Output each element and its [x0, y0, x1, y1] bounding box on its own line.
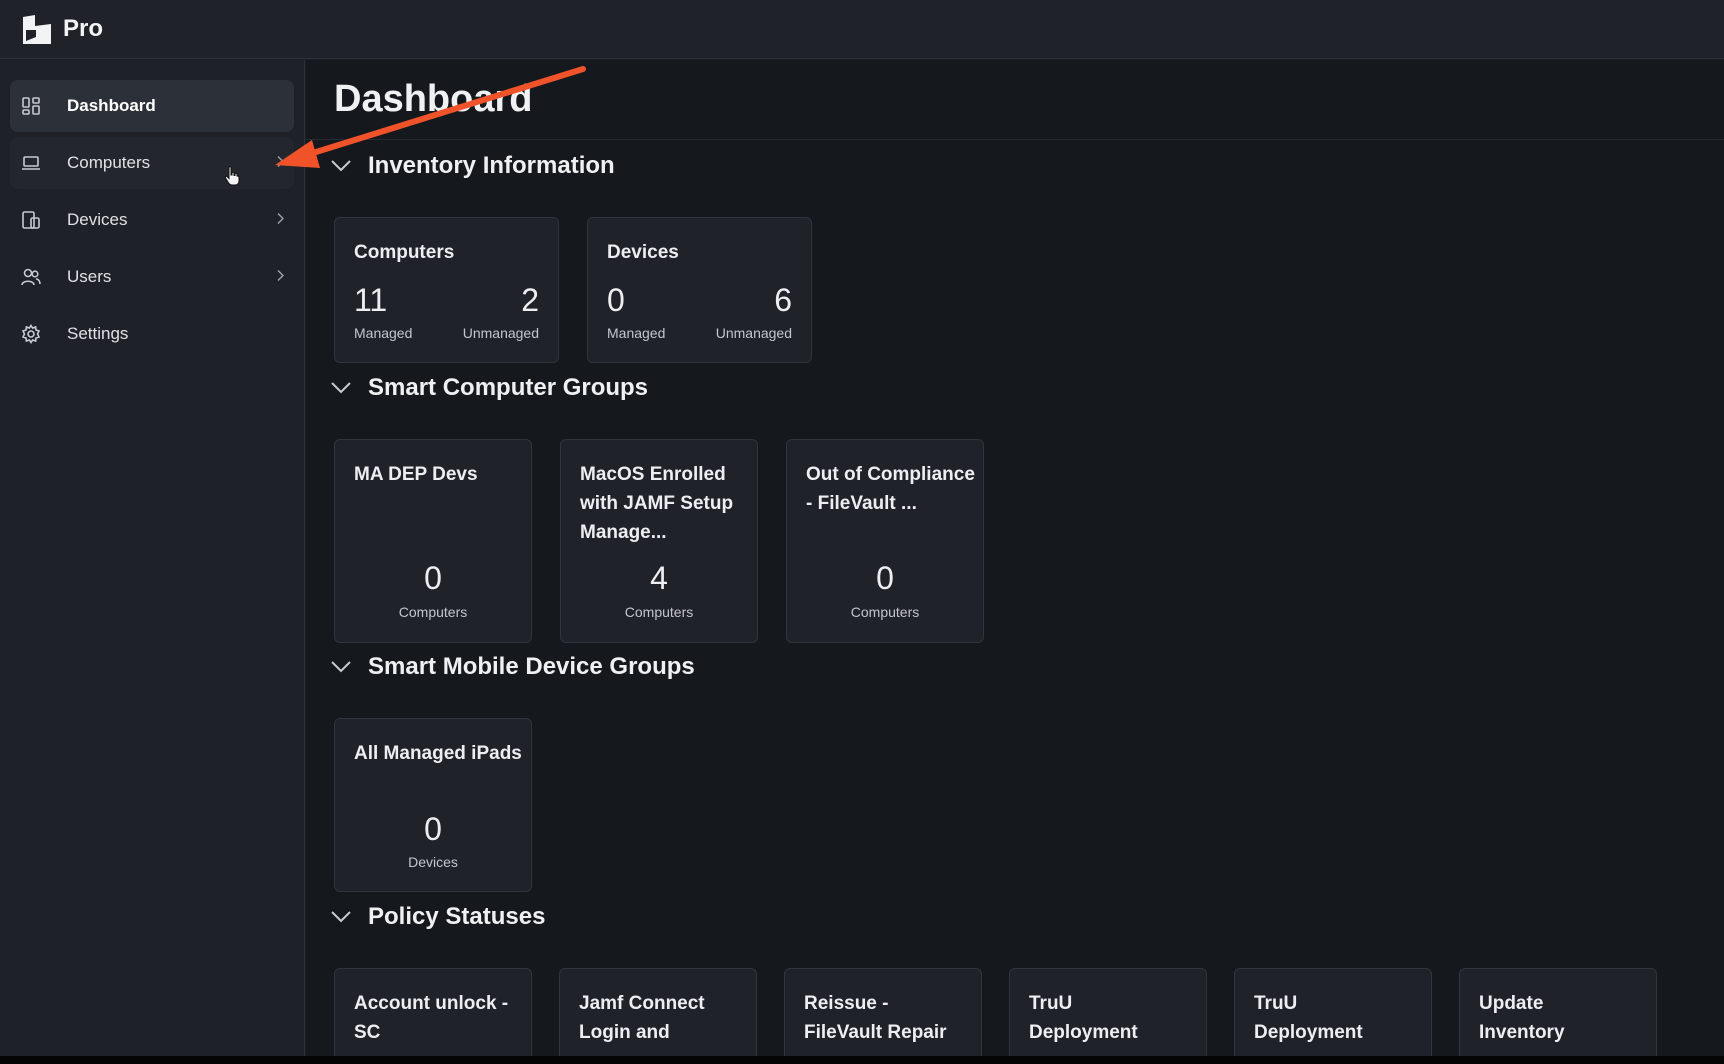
smart-computer-group-cards: MA DEP Devs 0 Computers MacOS Enrolled w…: [334, 439, 984, 643]
sidebar-item-devices[interactable]: Devices: [10, 194, 294, 246]
policy-card[interactable]: Update Inventory: [1459, 968, 1657, 1056]
hand-cursor-icon: [224, 166, 240, 191]
card-title: Account unlock - SC: [354, 993, 509, 1043]
sidebar-nav: Dashboard Computers Devices Users Settin…: [0, 60, 304, 360]
group-unit: Computers: [850, 604, 920, 620]
card-title: TruU Deployment: [1029, 993, 1138, 1043]
sidebar-item-label: Devices: [67, 210, 128, 229]
chevron-right-icon: [276, 155, 285, 172]
app-window: Pro Dashboard Computers Devices Users Se…: [0, 0, 1724, 1056]
group-count: 0: [424, 560, 442, 596]
devices-icon: [20, 209, 42, 231]
section-smart-computer-groups[interactable]: Smart Computer Groups: [306, 374, 648, 402]
sidebar-item-users[interactable]: Users: [10, 251, 294, 303]
jamf-logo-icon: [22, 14, 53, 44]
sidebar-item-label: Dashboard: [67, 96, 156, 115]
chevron-right-icon: [276, 212, 285, 229]
section-title: Policy Statuses: [368, 903, 546, 930]
managed-count: 11: [354, 282, 388, 318]
chevron-down-icon[interactable]: [330, 656, 352, 678]
group-card[interactable]: Out of Compliance - FileVault ... 0 Comp…: [786, 439, 984, 643]
sidebar-item-label: Computers: [67, 153, 151, 172]
brand-name: Pro: [63, 15, 104, 42]
policy-card[interactable]: Account unlock - SC: [334, 968, 532, 1056]
card-title: Jamf Connect Login and: [579, 993, 705, 1043]
sidebar-item-label: Settings: [67, 324, 129, 343]
group-unit: Computers: [398, 604, 468, 620]
policy-card[interactable]: Reissue - FileVault Repair: [784, 968, 982, 1056]
inventory-card-computers[interactable]: Computers 11 2 Managed Unmanaged: [334, 217, 559, 363]
card-title: Out of Compliance - FileVault ...: [806, 464, 975, 514]
group-count: 0: [876, 560, 894, 596]
sidebar: Dashboard Computers Devices Users Settin…: [0, 60, 305, 1056]
section-title: Inventory Information: [368, 152, 615, 179]
bottom-edge: [0, 1056, 1724, 1064]
chevron-down-icon[interactable]: [330, 155, 352, 177]
page-title: Dashboard: [334, 78, 533, 120]
sidebar-item-computers[interactable]: Computers: [10, 137, 294, 189]
section-smart-mobile-device-groups[interactable]: Smart Mobile Device Groups: [306, 653, 695, 681]
chevron-down-icon[interactable]: [330, 906, 352, 928]
inventory-card-devices[interactable]: Devices 0 6 Managed Unmanaged: [587, 217, 812, 363]
group-count: 0: [424, 811, 442, 847]
card-title: Devices: [607, 242, 679, 263]
policy-card[interactable]: TruU Deployment: [1234, 968, 1432, 1056]
sidebar-item-label: Users: [67, 267, 112, 286]
card-title: MA DEP Devs: [354, 464, 478, 485]
card-title: All Managed iPads: [354, 743, 522, 764]
managed-label: Managed: [354, 325, 413, 341]
page-header: Dashboard: [306, 60, 1724, 140]
card-title: Computers: [354, 242, 455, 263]
sidebar-item-dashboard[interactable]: Dashboard: [10, 80, 294, 132]
group-unit: Devices: [408, 854, 458, 870]
card-title: Reissue - FileVault Repair: [804, 993, 947, 1043]
smart-mobile-group-cards: All Managed iPads 0 Devices: [334, 718, 532, 892]
card-title: MacOS Enrolled with JAMF Setup Manage...: [580, 464, 734, 543]
laptop-icon: [20, 152, 42, 174]
gear-icon: [20, 323, 42, 345]
section-title: Smart Computer Groups: [368, 374, 649, 401]
group-count: 4: [650, 560, 668, 596]
unmanaged-count: 6: [774, 282, 792, 318]
section-title: Smart Mobile Device Groups: [368, 653, 695, 680]
unmanaged-count: 2: [521, 282, 539, 318]
chevron-right-icon: [276, 269, 285, 286]
group-unit: Computers: [624, 604, 694, 620]
card-title: Update Inventory: [1479, 993, 1565, 1043]
card-title: TruU Deployment: [1254, 993, 1363, 1043]
group-card[interactable]: MA DEP Devs 0 Computers: [334, 439, 532, 643]
users-icon: [20, 266, 42, 288]
managed-count: 0: [607, 282, 625, 318]
main-content: Dashboard Inventory Information Computer…: [306, 60, 1724, 1056]
unmanaged-label: Unmanaged: [462, 325, 539, 341]
policy-status-cards: Account unlock - SC Jamf Connect Login a…: [334, 968, 1657, 1056]
unmanaged-label: Unmanaged: [715, 325, 792, 341]
dashboard-icon: [20, 95, 42, 117]
chevron-down-icon[interactable]: [330, 377, 352, 399]
policy-card[interactable]: TruU Deployment: [1009, 968, 1207, 1056]
policy-card[interactable]: Jamf Connect Login and: [559, 968, 757, 1056]
inventory-cards: Computers 11 2 Managed Unmanaged Devices…: [334, 217, 812, 363]
section-inventory[interactable]: Inventory Information: [306, 152, 615, 180]
section-policy-statuses[interactable]: Policy Statuses: [306, 903, 545, 931]
top-bar: Pro: [0, 0, 1724, 59]
sidebar-item-settings[interactable]: Settings: [10, 308, 294, 360]
managed-label: Managed: [607, 325, 666, 341]
group-card[interactable]: All Managed iPads 0 Devices: [334, 718, 532, 892]
group-card[interactable]: MacOS Enrolled with JAMF Setup Manage...…: [560, 439, 758, 643]
